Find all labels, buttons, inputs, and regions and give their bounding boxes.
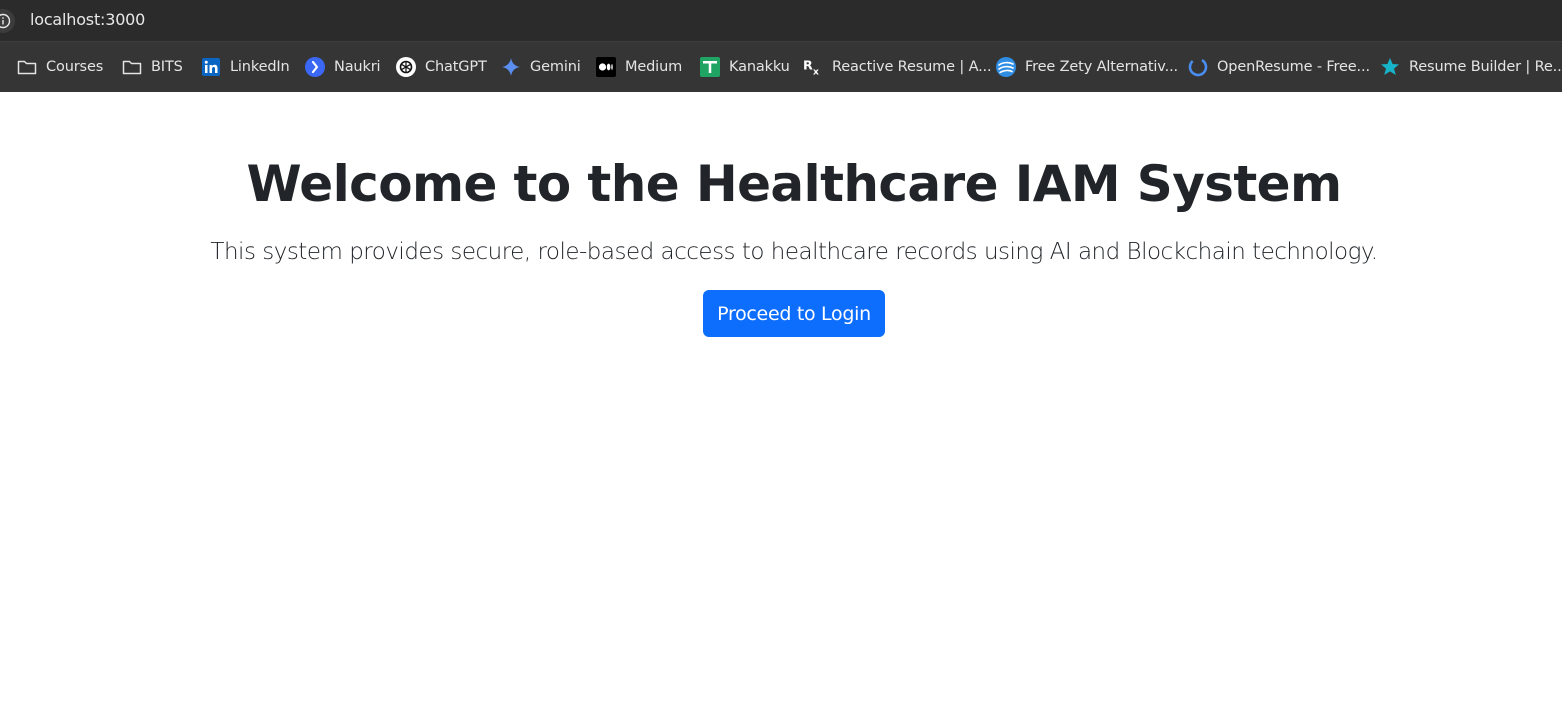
site-info-icon[interactable]: [0, 9, 15, 33]
bookmark-label: Medium: [625, 59, 683, 75]
bookmark-label: OpenResume - Free...: [1217, 59, 1370, 75]
svg-text:x: x: [813, 67, 819, 77]
bookmark-label: Courses: [46, 59, 104, 75]
page-title: Welcome to the Healthcare IAM System: [246, 155, 1343, 213]
bookmark-naukri[interactable]: Naukri: [305, 42, 381, 92]
bookmark-courses[interactable]: Courses: [17, 42, 103, 92]
bookmark-resume-builder[interactable]: Resume Builder | Re...: [1380, 42, 1562, 92]
bookmark-chatgpt[interactable]: ChatGPT: [396, 42, 487, 92]
bookmarks-bar: Courses BITS LinkedIn Naukri ChatGPT Gem…: [0, 41, 1562, 92]
page-description: This system provides secure, role-based …: [210, 239, 1378, 265]
zety-alternative-icon: [996, 57, 1016, 77]
bookmark-label: ChatGPT: [425, 59, 487, 75]
folder-icon: [122, 57, 142, 77]
bookmark-label: BITS: [151, 59, 183, 75]
bookmark-kanakku[interactable]: Kanakku: [700, 42, 790, 92]
proceed-to-login-button[interactable]: Proceed to Login: [703, 290, 885, 337]
medium-icon: [596, 57, 616, 77]
bookmark-label: Gemini: [530, 59, 581, 75]
bookmark-gemini[interactable]: Gemini: [501, 42, 581, 92]
bookmark-label: Naukri: [334, 59, 381, 75]
naukri-icon: [305, 57, 325, 77]
page-content: Welcome to the Healthcare IAM System Thi…: [0, 92, 1562, 713]
kanakku-icon: [700, 57, 720, 77]
bookmark-label: Resume Builder | Re...: [1409, 59, 1562, 75]
bookmark-label: Kanakku: [729, 59, 790, 75]
bookmark-bits[interactable]: BITS: [122, 42, 183, 92]
bookmark-label: Reactive Resume | A...: [832, 59, 992, 75]
bookmark-reactive-resume[interactable]: R x Reactive Resume | A...: [803, 42, 992, 92]
gemini-icon: [501, 57, 521, 77]
bookmark-medium[interactable]: Medium: [596, 42, 682, 92]
reactive-resume-icon: R x: [803, 57, 823, 77]
bookmark-label: Free Zety Alternativ...: [1025, 59, 1178, 75]
bookmark-zety-alternative[interactable]: Free Zety Alternativ...: [996, 42, 1178, 92]
folder-icon: [17, 57, 37, 77]
linkedin-icon: [201, 57, 221, 77]
bookmark-openresume[interactable]: OpenResume - Free...: [1188, 42, 1370, 92]
address-bar[interactable]: localhost:3000: [0, 0, 1562, 41]
url-text[interactable]: localhost:3000: [30, 10, 145, 30]
svg-text:R: R: [803, 58, 813, 73]
openresume-icon: [1188, 57, 1208, 77]
resume-builder-icon: [1380, 57, 1400, 77]
bookmark-linkedin[interactable]: LinkedIn: [201, 42, 290, 92]
bookmark-label: LinkedIn: [230, 59, 290, 75]
chatgpt-icon: [396, 57, 416, 77]
